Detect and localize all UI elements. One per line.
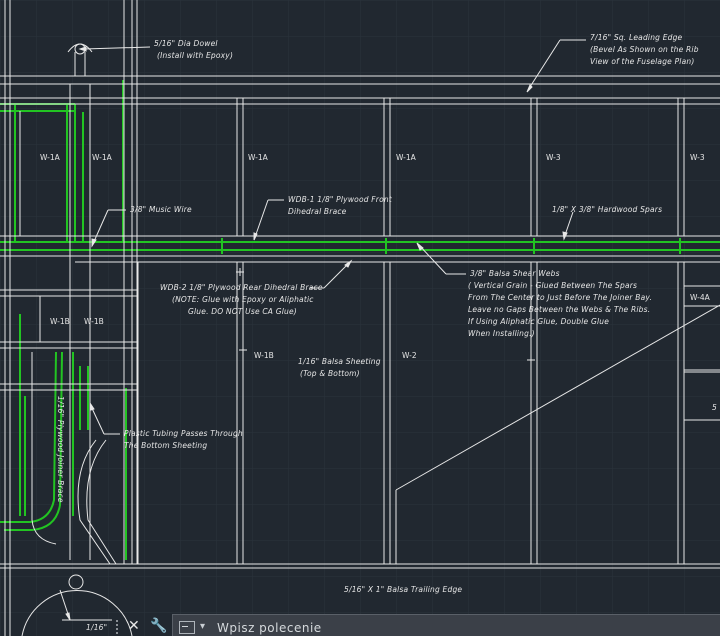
drawing-canvas[interactable]: 5/16" Dia Dowel (Install with Epoxy) 7/1… [0, 0, 720, 636]
spar-note: 1/8" X 3/8" Hardwood Spars [552, 205, 662, 214]
shear-webs-note-line6: When Installing.) [468, 329, 535, 338]
rib-label: W-1B [84, 317, 104, 326]
command-prompt-icon[interactable] [179, 621, 195, 634]
dowel-note-line2: (Install with Epoxy) [157, 51, 233, 60]
wdb2-note-line1: WDB-2 1/8" Plywood Rear Dihedral Brace [160, 283, 323, 292]
trailing-edge-note: 5/16" X 1" Balsa Trailing Edge [344, 585, 462, 594]
tubing-note-line1: Plastic Tubing Passes Through [124, 429, 243, 438]
rib-label: W-3 [690, 153, 705, 162]
command-input[interactable] [217, 619, 517, 636]
partial-label-right: 5 [712, 403, 717, 412]
joiner-brace-note: 1/16" Plywood Joiner Brace [56, 396, 65, 503]
leading-edge-note-line1: 7/16" Sq. Leading Edge [590, 33, 683, 42]
leading-edge-note-line2: (Bevel As Shown on the Rib [590, 45, 699, 54]
sheeting-note-line1: 1/16" Balsa Sheeting [298, 357, 381, 366]
rib-label: W-1A [40, 153, 61, 162]
command-line-bar[interactable]: ▾ [172, 614, 720, 636]
wrench-icon[interactable]: 🔧 [150, 619, 167, 633]
rib-label: W-1A [396, 153, 417, 162]
rib-label: W-1A [92, 153, 113, 162]
shear-webs-note-line1: 3/8" Balsa Shear Webs [470, 269, 560, 278]
chevron-down-icon[interactable]: ▾ [200, 621, 205, 632]
command-line-grip[interactable] [116, 620, 124, 634]
shear-webs-note-line4: Leave no Gaps Between the Webs & The Rib… [468, 305, 650, 314]
bottom-dimension: 1/16" [86, 623, 107, 632]
shear-webs-note-line3: From The Center to Just Before The Joine… [468, 293, 652, 302]
tubing-note-line2: The Bottom Sheeting [124, 441, 207, 450]
close-icon[interactable]: ✕ [128, 619, 140, 633]
rib-label: W-1B [50, 317, 70, 326]
wdb2-note-line2: (NOTE: Glue with Epoxy or Aliphatic [172, 295, 314, 304]
wdb1-note-line1: WDB-1 1/8" Plywood Front [288, 195, 393, 204]
rib-label: W-2 [402, 351, 417, 360]
rib-label: W-3 [546, 153, 561, 162]
rib-label: W-4A [690, 293, 711, 302]
wdb1-note-line2: Dihedral Brace [288, 207, 347, 216]
rib-label: W-1A [248, 153, 269, 162]
dowel-note-line1: 5/16" Dia Dowel [154, 39, 218, 48]
grid [0, 0, 720, 636]
music-wire-note: 3/8" Music Wire [130, 205, 192, 214]
rib-label: W-1B [254, 351, 274, 360]
cad-workspace[interactable]: 5/16" Dia Dowel (Install with Epoxy) 7/1… [0, 0, 720, 636]
shear-webs-note-line2: ( Vertical Grain - Glued Between The Spa… [468, 281, 637, 290]
sheeting-note-line2: (Top & Bottom) [300, 369, 360, 378]
leading-edge-note-line3: View of the Fuselage Plan) [590, 57, 694, 66]
wdb2-note-line3: Glue. DO NOT Use CA Glue) [188, 307, 297, 316]
shear-webs-note-line5: If Using Aliphatic Glue, Double Glue [468, 317, 609, 326]
